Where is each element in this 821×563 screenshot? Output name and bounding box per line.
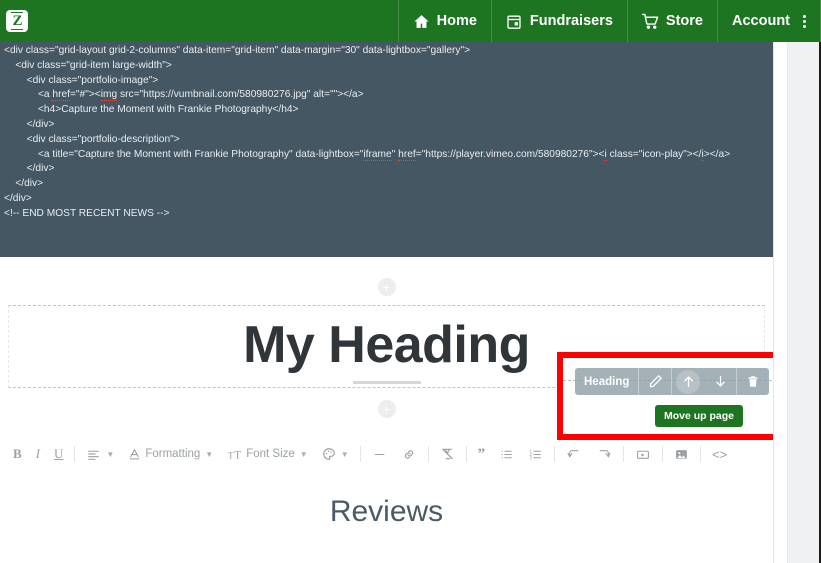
toolbar-divider [465, 446, 467, 462]
chevron-down-icon: ▼ [106, 449, 115, 459]
image-icon [674, 448, 689, 461]
code-line: <h4>Capture the Moment with Frankie Phot… [4, 104, 299, 116]
bold-button[interactable]: B [6, 441, 29, 467]
horizontal-rule-button[interactable] [365, 441, 394, 467]
add-block-button-bottom[interactable] [377, 400, 396, 418]
font-size-dropdown[interactable]: T T Font Size ▼ [220, 441, 315, 467]
font-size-label: Font Size [246, 448, 295, 460]
cart-icon [641, 13, 659, 30]
code-line: <div class="grid-layout grid-2-columns" … [4, 45, 471, 56]
insert-video-button[interactable] [628, 441, 658, 467]
toolbar-divider [623, 446, 625, 462]
bullet-list-button[interactable] [492, 441, 521, 467]
nav-item-home[interactable]: Home [397, 0, 491, 42]
color-palette-icon [322, 447, 336, 461]
nav-label-fundraisers: Fundraisers [529, 13, 613, 29]
code-line: <div class="portfolio-description"> [4, 133, 180, 145]
clear-formatting-button[interactable] [433, 441, 462, 467]
nav-label-store: Store [665, 13, 703, 29]
italic-button[interactable]: I [29, 441, 47, 467]
top-navigation-bar: Z Home Fundraisers Store Account [0, 0, 821, 42]
redo-button[interactable] [589, 441, 619, 467]
redo-icon [596, 448, 612, 461]
nav-item-store[interactable]: Store [626, 0, 717, 42]
logo-letter-z: Z [11, 11, 23, 30]
move-up-page-tooltip: Move up page [655, 405, 744, 427]
chevron-down-icon: ▼ [340, 449, 349, 459]
undo-icon [566, 448, 582, 461]
numbered-list-icon: 1 2 3 [528, 448, 543, 461]
insert-image-button[interactable] [667, 441, 696, 467]
svg-text:T: T [234, 448, 242, 461]
nav-label-account: Account [732, 13, 790, 29]
bullet-list-icon [499, 448, 514, 461]
toolbar-divider [74, 446, 76, 462]
link-icon [401, 448, 417, 461]
element-action-toolbar: Heading [575, 368, 769, 395]
reviews-heading-text[interactable]: Reviews [8, 495, 765, 529]
heading-underline [352, 381, 421, 384]
insert-link-button[interactable] [394, 441, 424, 467]
text-color-dropdown[interactable]: ▼ [315, 441, 356, 467]
video-embed-icon [635, 448, 651, 461]
undo-button[interactable] [559, 441, 589, 467]
source-code-button[interactable]: <> [705, 441, 734, 467]
rich-text-editor-toolbar: B I U ▼ Formatting ▼ T T Font Size ▼ ▼ ”… [0, 439, 773, 469]
code-line: <div class="grid-item large-width"> [4, 59, 172, 71]
clear-formatting-icon [440, 447, 455, 461]
calendar-icon [506, 13, 523, 30]
svg-text:3: 3 [530, 455, 533, 460]
edit-pencil-icon [648, 374, 663, 389]
page-root: Z Home Fundraisers Store Account <div cl… [0, 0, 821, 563]
nav-item-fundraisers[interactable]: Fundraisers [490, 0, 627, 42]
add-block-button-top[interactable] [377, 278, 396, 296]
toolbar-divider [427, 446, 429, 462]
code-line: </div> [4, 192, 32, 204]
nav-item-account[interactable]: Account [717, 0, 821, 42]
formatting-dropdown[interactable]: Formatting ▼ [121, 441, 220, 467]
formatting-label: Formatting [145, 448, 201, 460]
numbered-list-button[interactable]: 1 2 3 [521, 441, 550, 467]
kebab-menu-icon[interactable] [803, 14, 806, 28]
code-line: </div> [4, 163, 55, 175]
nav-label-home: Home [436, 13, 477, 29]
highlight-annotation-box: Heading Move up page [557, 352, 803, 440]
toolbar-divider [662, 446, 664, 462]
code-line: </div> [4, 178, 44, 190]
code-line: <a title="Capture the Moment with Franki… [4, 148, 731, 161]
blockquote-button[interactable]: ” [471, 441, 493, 467]
toolbar-divider [359, 446, 361, 462]
chevron-down-icon: ▼ [205, 449, 214, 459]
toolbar-divider [554, 446, 556, 462]
text-format-icon [128, 447, 141, 461]
chevron-down-icon: ▼ [299, 449, 308, 459]
move-down-icon [713, 374, 728, 389]
code-line: </div> [4, 118, 55, 130]
align-button[interactable]: ▼ [79, 441, 121, 467]
horizontal-rule-icon [372, 448, 387, 461]
delete-trash-icon [746, 374, 760, 389]
font-size-icon: T T [227, 448, 242, 461]
right-gutter [773, 42, 821, 563]
align-left-icon [86, 448, 101, 461]
underline-button[interactable]: U [47, 441, 70, 467]
code-line: <div class="portfolio-image"> [4, 74, 159, 86]
svg-text:T: T [228, 450, 234, 460]
edit-element-button[interactable] [639, 368, 671, 395]
move-element-down-button[interactable] [704, 368, 736, 395]
html-source-code-panel[interactable]: <div class="grid-layout grid-2-columns" … [0, 42, 773, 257]
element-type-label: Heading [584, 375, 630, 388]
site-logo[interactable]: Z [6, 10, 28, 32]
page-scrollbar-track[interactable] [787, 42, 821, 563]
move-up-icon [681, 374, 696, 389]
code-line: <a href="#"><img src="https://vumbnail.c… [4, 89, 364, 102]
home-icon [413, 13, 430, 30]
toolbar-divider [700, 446, 702, 462]
code-line: <!-- END MOST RECENT NEWS --> [4, 207, 170, 219]
move-element-up-button[interactable] [672, 368, 704, 395]
delete-element-button[interactable] [737, 368, 769, 395]
